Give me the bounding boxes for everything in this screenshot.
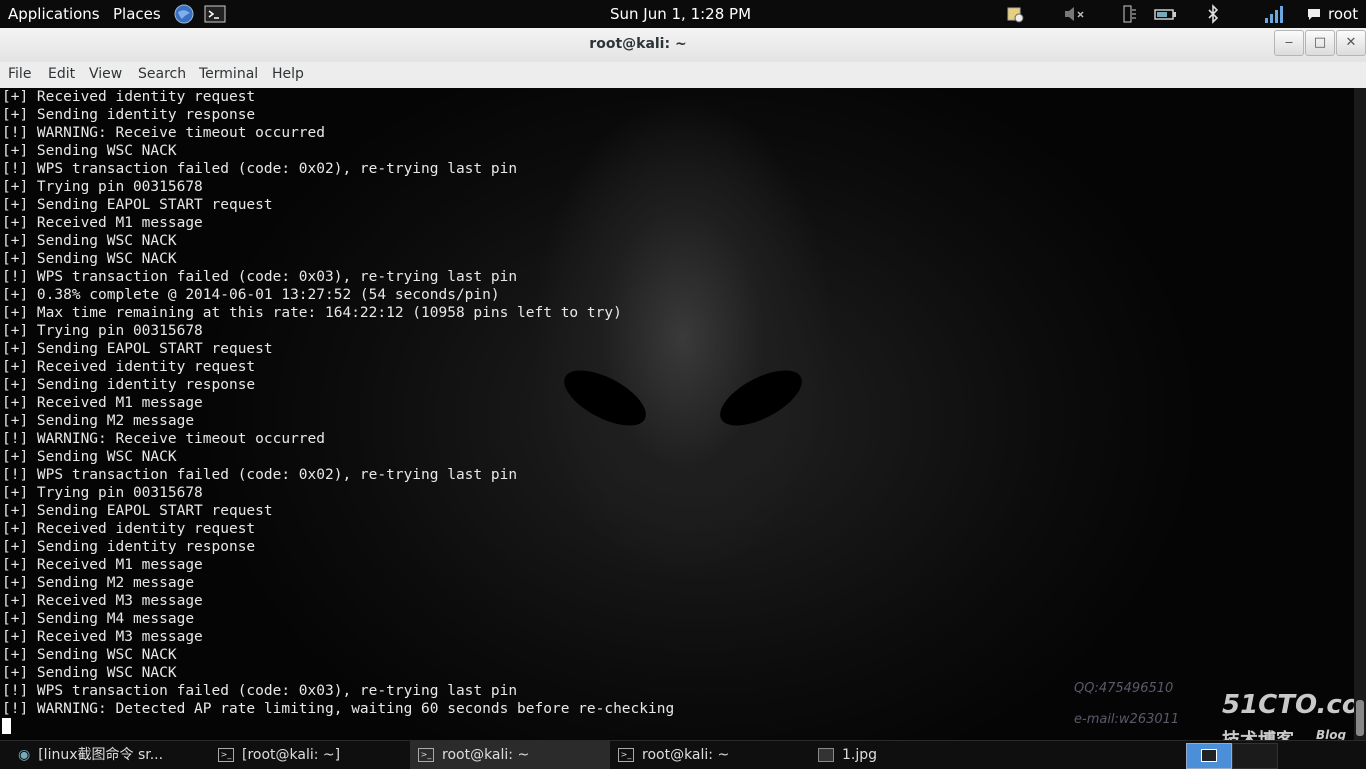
menu-search[interactable]: Search <box>138 66 186 82</box>
terminal-line: [+] Received M3 message <box>2 629 203 645</box>
maximize-button[interactable]: □ <box>1305 30 1335 56</box>
menu-edit[interactable]: Edit <box>48 66 75 82</box>
terminal-line: [+] Trying pin 00315678 <box>2 485 203 501</box>
close-button[interactable]: ✕ <box>1336 30 1366 56</box>
watermark-subtitle: 技术博客 <box>1222 726 1294 740</box>
user-name: root <box>1328 5 1359 23</box>
window-title: root@kali: ~ <box>589 36 687 52</box>
terminal-scrollbar[interactable] <box>1354 88 1366 740</box>
terminal-line: [+] Sending M2 message <box>2 575 195 591</box>
bluetooth-icon[interactable] <box>1204 4 1222 24</box>
terminal-line: [!] WPS transaction failed (code: 0x02),… <box>2 161 518 177</box>
terminal-line: [+] Sending WSC NACK <box>2 647 177 663</box>
terminal-line: [+] Received M1 message <box>2 395 203 411</box>
task-label: root@kali: ~ <box>642 747 730 763</box>
task-item-terminal-3[interactable]: >_ root@kali: ~ <box>618 741 808 769</box>
task-label: [linux截图命令 sr... <box>38 747 164 763</box>
terminal-line: [+] Received identity request <box>2 89 256 105</box>
taskbar: ◉ [linux截图命令 sr... >_ [root@kali: ~] >_ … <box>0 740 1366 769</box>
task-item-image[interactable]: 1.jpg <box>818 741 1008 769</box>
menu-file[interactable]: File <box>8 66 31 82</box>
workspace-2[interactable] <box>1232 743 1278 769</box>
wallpaper-alien-eye-right <box>711 359 811 437</box>
terminal-line: [+] Sending M2 message <box>2 413 195 429</box>
notification-icon[interactable] <box>1004 4 1026 24</box>
applications-menu[interactable]: Applications <box>8 5 100 23</box>
browser-icon: ◉ <box>18 747 31 763</box>
menu-terminal[interactable]: Terminal <box>199 66 258 82</box>
task-item-terminal-active[interactable]: >_ root@kali: ~ <box>410 741 610 769</box>
terminal-line: [+] Trying pin 00315678 <box>2 179 203 195</box>
task-label: [root@kali: ~] <box>242 747 341 763</box>
task-item-screenshot-doc[interactable]: ◉ [linux截图命令 sr... <box>18 741 208 769</box>
terminal-line: [+] Sending WSC NACK <box>2 251 177 267</box>
terminal-line: [+] Sending EAPOL START request <box>2 503 273 519</box>
terminal-line: [+] Sending EAPOL START request <box>2 197 273 213</box>
terminal-line: [!] WPS transaction failed (code: 0x03),… <box>2 269 518 285</box>
terminal-icon: >_ <box>418 748 434 762</box>
menu-help[interactable]: Help <box>272 66 304 82</box>
terminal-line: [+] Sending EAPOL START request <box>2 341 273 357</box>
battery-icon[interactable] <box>1152 4 1178 24</box>
terminal-line: [!] WARNING: Receive timeout occurred <box>2 431 326 447</box>
terminal-area[interactable]: [+] Received identity request [+] Sending… <box>0 88 1354 740</box>
terminal-line: [+] Received M1 message <box>2 215 203 231</box>
terminal-line: [!] WARNING: Receive timeout occurred <box>2 125 326 141</box>
terminal-line: [+] Received M1 message <box>2 557 203 573</box>
top-panel: Applications Places Sun Jun 1, 1:28 PM r… <box>0 0 1366 28</box>
task-item-terminal-1[interactable]: >_ [root@kali: ~] <box>218 741 408 769</box>
minimize-button[interactable]: ‒ <box>1274 30 1304 56</box>
terminal-line: [+] Sending identity response <box>2 377 256 393</box>
chat-icon <box>1308 9 1320 20</box>
places-menu[interactable]: Places <box>113 5 161 23</box>
menu-bar: File Edit View Search Terminal Help <box>0 62 1366 89</box>
image-file-icon <box>818 748 834 762</box>
terminal-output: [+] Received identity request [+] Sending… <box>2 88 674 718</box>
terminal-launcher-icon[interactable] <box>204 4 226 24</box>
terminal-line: [+] Max time remaining at this rate: 164… <box>2 305 622 321</box>
terminal-icon <box>1201 749 1217 762</box>
terminal-line: [+] Sending WSC NACK <box>2 233 177 249</box>
window-titlebar[interactable]: root@kali: ~ ‒ □ ✕ <box>0 28 1366 63</box>
terminal-cursor <box>2 718 11 734</box>
terminal-line: [+] Sending WSC NACK <box>2 449 177 465</box>
terminal-line: [+] Sending WSC NACK <box>2 143 177 159</box>
terminal-line: [!] WPS transaction failed (code: 0x03),… <box>2 683 518 699</box>
terminal-icon: >_ <box>618 748 634 762</box>
workspace-1[interactable] <box>1186 743 1232 769</box>
terminal-line: [+] Received M3 message <box>2 593 203 609</box>
network-icon[interactable] <box>1120 4 1140 24</box>
task-label: root@kali: ~ <box>442 747 530 763</box>
terminal-line: [+] Sending WSC NACK <box>2 665 177 681</box>
scrollbar-thumb[interactable] <box>1356 700 1364 736</box>
watermark-email: e-mail:w263011 <box>1074 712 1180 727</box>
signal-icon[interactable] <box>1262 4 1286 24</box>
terminal-line: [+] Received identity request <box>2 359 256 375</box>
task-label: 1.jpg <box>842 747 878 763</box>
watermark-blog: Blog <box>1316 728 1347 740</box>
menu-view[interactable]: View <box>89 66 122 82</box>
watermark-qq: QQ:475496510 <box>1074 681 1174 696</box>
terminal-line: [+] Sending identity response <box>2 107 256 123</box>
watermark-site: 51CTO.com <box>1222 690 1354 720</box>
terminal-line: [+] Trying pin 00315678 <box>2 323 203 339</box>
terminal-line: [+] Sending identity response <box>2 539 256 555</box>
clock[interactable]: Sun Jun 1, 1:28 PM <box>610 5 751 23</box>
terminal-line: [!] WARNING: Detected AP rate limiting, … <box>2 701 675 717</box>
terminal-line: [+] 0.38% complete @ 2014-06-01 13:27:52… <box>2 287 500 303</box>
terminal-icon: >_ <box>218 748 234 762</box>
terminal-line: [+] Received identity request <box>2 521 256 537</box>
browser-icon[interactable] <box>173 4 195 24</box>
terminal-line: [+] Sending M4 message <box>2 611 195 627</box>
terminal-line: [!] WPS transaction failed (code: 0x02),… <box>2 467 518 483</box>
user-menu[interactable]: root <box>1306 4 1366 24</box>
volume-muted-icon[interactable] <box>1062 4 1088 24</box>
